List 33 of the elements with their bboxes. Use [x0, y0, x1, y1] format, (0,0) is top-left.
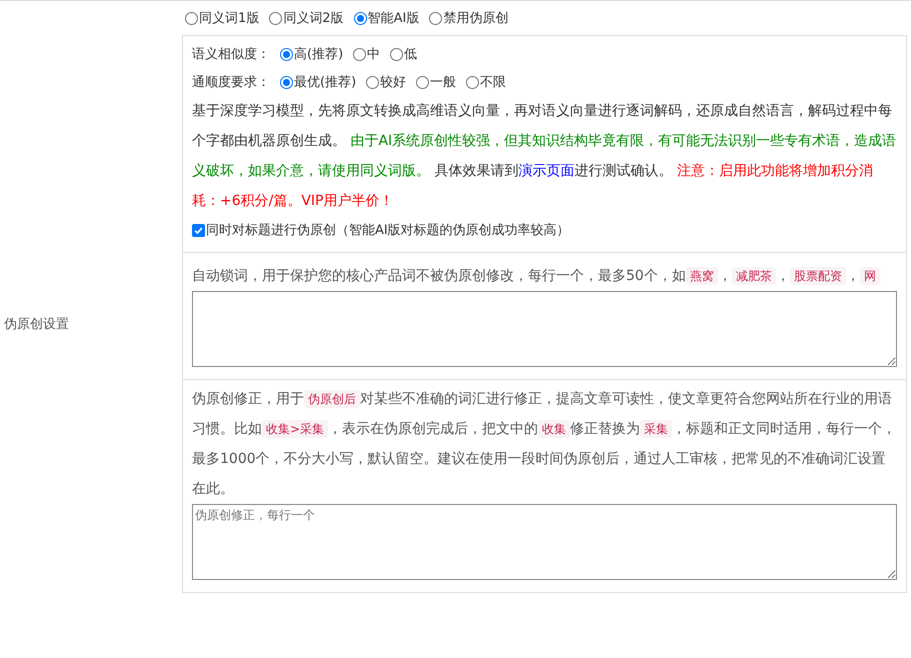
corrections-field[interactable]: 伪原创修正，每行一个: [192, 504, 897, 580]
radio-button[interactable]: [280, 48, 293, 60]
option-text: 同义词1版: [199, 10, 260, 27]
corrections-description: 伪原创修正，用于 伪原创后 对某些不准确的词汇进行修正，提高文章可读性，使文章更符合您网站所在行业的用语习惯。比如 收集>采集 ，表示在伪原创完成后，把文中的 收集 修正替换为 采集 ，标题和正文同时适用，每行一个，最多1000个，不分大小写，默认留空。建议在使用一段时间伪原创后，通过人工审核，把常见的不准确词汇设置在此。: [192, 389, 897, 499]
option-text: 最优(推荐): [294, 74, 356, 91]
option-text: 禁用伪原创: [443, 10, 508, 27]
radio-button[interactable]: [185, 12, 198, 24]
option-text: 中: [367, 46, 380, 63]
option-label: 通顺度要求：: [192, 74, 270, 91]
setting-label: 伪原创设置: [4, 317, 69, 332]
radio-button[interactable]: [353, 48, 366, 60]
option-text: 同义词2版: [283, 10, 344, 27]
option-text: 低: [404, 46, 418, 63]
radio-button[interactable]: [269, 12, 282, 24]
radio-button[interactable]: [280, 76, 293, 88]
checkbox[interactable]: [192, 224, 205, 236]
option-text: 智能AI版: [368, 10, 420, 27]
radio-button[interactable]: [390, 48, 404, 60]
option-text: 一般: [430, 74, 456, 91]
description-text: 基于深度学习模型，先将原文转换成高维语义向量，再对语义向量进行逐词解码，还原成自然语言，解码过程中每个字都由机器原创生成。 由于AI系统原创性较强，但其知识结构毕竟有限，有可能无法识别一些专有术语，造成语义破坏，如果介意，请使用同义词版。 具体效果请到演示页面进行测试确认。 注意：启用此功能将增加积分消耗：+6积分/篇。VIP用户半价！: [192, 102, 897, 211]
radio-button[interactable]: [354, 12, 367, 24]
option-text: 较好: [380, 74, 406, 91]
option-text: 不限: [480, 74, 506, 91]
checkbox-label: 同时对标题进行伪原创（智能AI版对标题的伪原创成功率较高）: [206, 222, 570, 239]
lock-words-description: 自动锁词，用于保护您的核心产品词不被伪原创修改，每行一个，最多50个，如 燕窝 ， 减肥茶 ， 股票配资 ， 网: [192, 261, 897, 291]
radio-button[interactable]: [366, 76, 380, 88]
radio-button[interactable]: [416, 76, 430, 88]
option-label: 语义相似度：: [192, 46, 270, 63]
option-text: 高(推荐): [294, 46, 344, 63]
lock-words-field[interactable]: [192, 291, 897, 367]
radio-button[interactable]: [466, 76, 480, 88]
demo-page-link[interactable]: 演示页面: [518, 163, 574, 179]
radio-button[interactable]: [429, 12, 442, 24]
